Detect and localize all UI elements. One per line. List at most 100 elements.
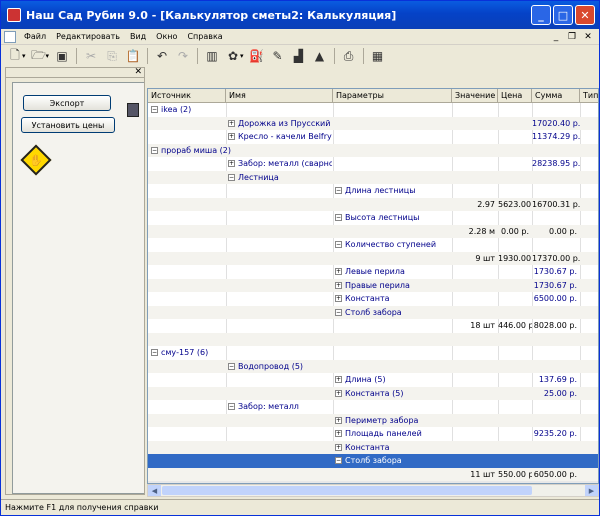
tree-node[interactable]: − Столб забора <box>335 454 451 468</box>
collapse-icon[interactable]: − <box>228 403 235 410</box>
tree-node[interactable]: + Левые перила <box>335 265 451 279</box>
expand-icon[interactable]: + <box>228 133 235 140</box>
collapse-icon[interactable]: − <box>228 173 235 181</box>
collapse-icon[interactable]: − <box>151 106 158 113</box>
table-row[interactable]: + Кресло - качели Belfry 11374.29 р. <box>148 130 598 144</box>
table-row[interactable]: + Константа 6500.00 р. <box>148 292 598 306</box>
collapse-icon[interactable]: − <box>335 308 342 316</box>
tree-node[interactable]: + Кресло - качели Belfry <box>228 130 332 144</box>
table-row[interactable]: − Длина лестницы <box>148 184 598 198</box>
export-button[interactable]: Экспорт <box>23 95 111 111</box>
tree-node[interactable]: − ikea (2) <box>151 103 331 117</box>
tree-node[interactable]: + Правые перила <box>335 279 451 293</box>
collapse-icon[interactable]: − <box>335 241 342 248</box>
scroll-right-icon[interactable]: ▶ <box>585 485 598 496</box>
tree-node[interactable]: − Лестница <box>228 171 332 185</box>
collapse-icon[interactable]: − <box>151 146 158 154</box>
tree-node[interactable]: +Дорожка из Прусский кам <box>228 117 332 131</box>
table-row[interactable]: − Забор: металл <box>148 400 598 414</box>
table-row[interactable]: + Константа (5) 25.00 р. <box>148 386 598 400</box>
table-row[interactable]: − ikea (2) <box>148 103 598 117</box>
col-header-type[interactable]: Тип <box>580 89 598 103</box>
tree-node[interactable]: − Высота лестницы <box>335 211 451 225</box>
tree-node[interactable]: − Водопровод (5) <box>228 360 332 374</box>
menu-file[interactable]: Файл <box>19 32 51 41</box>
table-row[interactable]: − прораб миша (2) <box>148 143 598 158</box>
tree-node[interactable]: − Длина лестницы <box>335 184 451 198</box>
mdi-close-button[interactable]: ✕ <box>581 31 595 43</box>
document-icon[interactable] <box>4 30 16 43</box>
tree-node[interactable]: − Количество ступеней <box>335 238 451 252</box>
redo-icon[interactable]: ↷ <box>173 47 193 65</box>
tree-node[interactable]: − Столб забора <box>335 306 451 320</box>
horizontal-scrollbar[interactable]: ◀ ▶ <box>147 484 599 497</box>
col-header-name[interactable]: Имя <box>226 89 333 103</box>
mdi-minimize-button[interactable]: _ <box>549 31 563 43</box>
col-header-price[interactable]: Цена <box>498 89 532 103</box>
menu-window[interactable]: Окно <box>151 32 182 41</box>
table-row[interactable]: − Столб забора <box>148 305 598 320</box>
piano-icon[interactable]: ▥ <box>202 47 222 65</box>
tree-node[interactable]: − сму-157 (6) <box>151 346 331 360</box>
maximize-button[interactable]: □ <box>553 5 573 25</box>
collapse-icon[interactable]: − <box>151 349 158 356</box>
menu-view[interactable]: Вид <box>125 32 151 41</box>
cut-icon[interactable]: ✂ <box>81 47 101 65</box>
expand-icon[interactable]: + <box>335 430 342 437</box>
table-row[interactable]: +Дорожка из Прусский кам 17020.40 р. <box>148 116 598 131</box>
col-header-source[interactable]: Источник <box>148 89 226 103</box>
table-row[interactable]: + Левые перила 1730.67 р. <box>148 265 598 279</box>
close-button[interactable]: ✕ <box>575 5 595 25</box>
col-header-params[interactable]: Параметры <box>333 89 452 103</box>
collapse-icon[interactable]: − <box>335 214 342 221</box>
table-row[interactable]: + Площадь панелей 9235.20 р. <box>148 427 598 441</box>
table-row[interactable]: 11 шт 550.00 р 6050.00 р. <box>148 467 598 481</box>
tree-node[interactable]: + Периметр забора <box>335 414 451 428</box>
table-row[interactable]: − Лестница <box>148 170 598 185</box>
tree-node[interactable]: + Константа <box>335 441 451 455</box>
save-icon[interactable]: ▣ <box>52 47 72 65</box>
scroll-thumb[interactable] <box>162 486 532 495</box>
tree-node[interactable]: + Площадь панелей <box>335 427 451 441</box>
scroll-left-icon[interactable]: ◀ <box>148 485 161 496</box>
mdi-restore-button[interactable]: ❐ <box>565 31 579 43</box>
expand-icon[interactable]: + <box>335 416 342 424</box>
tree-node[interactable]: − Забор: металл <box>228 400 332 414</box>
watering-can-icon[interactable]: ⛽ <box>247 47 267 65</box>
collapse-icon[interactable]: − <box>228 362 235 370</box>
calculator-icon[interactable]: ▦ <box>368 47 388 65</box>
new-doc-dropdown-icon[interactable]: ▾ <box>22 52 26 60</box>
expand-icon[interactable]: + <box>335 443 342 451</box>
table-row[interactable]: − Высота лестницы <box>148 211 598 225</box>
menu-edit[interactable]: Редактировать <box>51 32 125 41</box>
paste-icon[interactable]: 📋 <box>123 47 143 65</box>
tree-node[interactable]: + Константа <box>335 292 451 306</box>
table-row[interactable]: − Столб забора <box>148 454 598 468</box>
expand-icon[interactable]: + <box>228 119 235 127</box>
collapse-icon[interactable]: − <box>335 187 342 194</box>
copy-icon[interactable]: ⎘ <box>102 47 122 65</box>
open-dropdown-icon[interactable]: ▾ <box>46 52 50 60</box>
flower-dropdown-icon[interactable]: ▾ <box>240 52 244 60</box>
table-row[interactable]: − Водопровод (5) <box>148 359 598 374</box>
expand-icon[interactable]: + <box>335 295 342 302</box>
expand-icon[interactable]: + <box>335 281 342 289</box>
notepad-icon[interactable]: ✎ <box>268 47 288 65</box>
chart-icon[interactable]: ▟ <box>289 47 309 65</box>
set-prices-button[interactable]: Установить цены <box>21 117 115 133</box>
table-row[interactable]: 9 шт 1930.00 17370.00 р. <box>148 251 598 265</box>
collapse-icon[interactable]: − <box>335 457 342 464</box>
col-header-sum[interactable]: Сумма <box>532 89 580 103</box>
undo-icon[interactable]: ↶ <box>152 47 172 65</box>
tree-node[interactable]: + Длина (5) <box>335 373 451 387</box>
printer-icon[interactable]: ⎙ <box>339 47 359 65</box>
col-header-value[interactable]: Значение <box>452 89 498 103</box>
table-row[interactable]: + Периметр забора <box>148 413 598 428</box>
table-row[interactable]: − Количество ступеней <box>148 238 598 252</box>
tree-node[interactable]: + Забор: металл (сварной) <box>228 157 332 171</box>
tree-node[interactable]: − прораб миша (2) <box>151 144 331 158</box>
table-row[interactable]: + Длина (5) 137.69 р. <box>148 373 598 387</box>
calculation-grid[interactable]: Источник Имя Параметры Значение Цена Сум… <box>147 88 599 484</box>
app-icon[interactable] <box>7 8 21 22</box>
table-row[interactable]: 18 шт 446.00 р 8028.00 р. <box>148 319 598 333</box>
